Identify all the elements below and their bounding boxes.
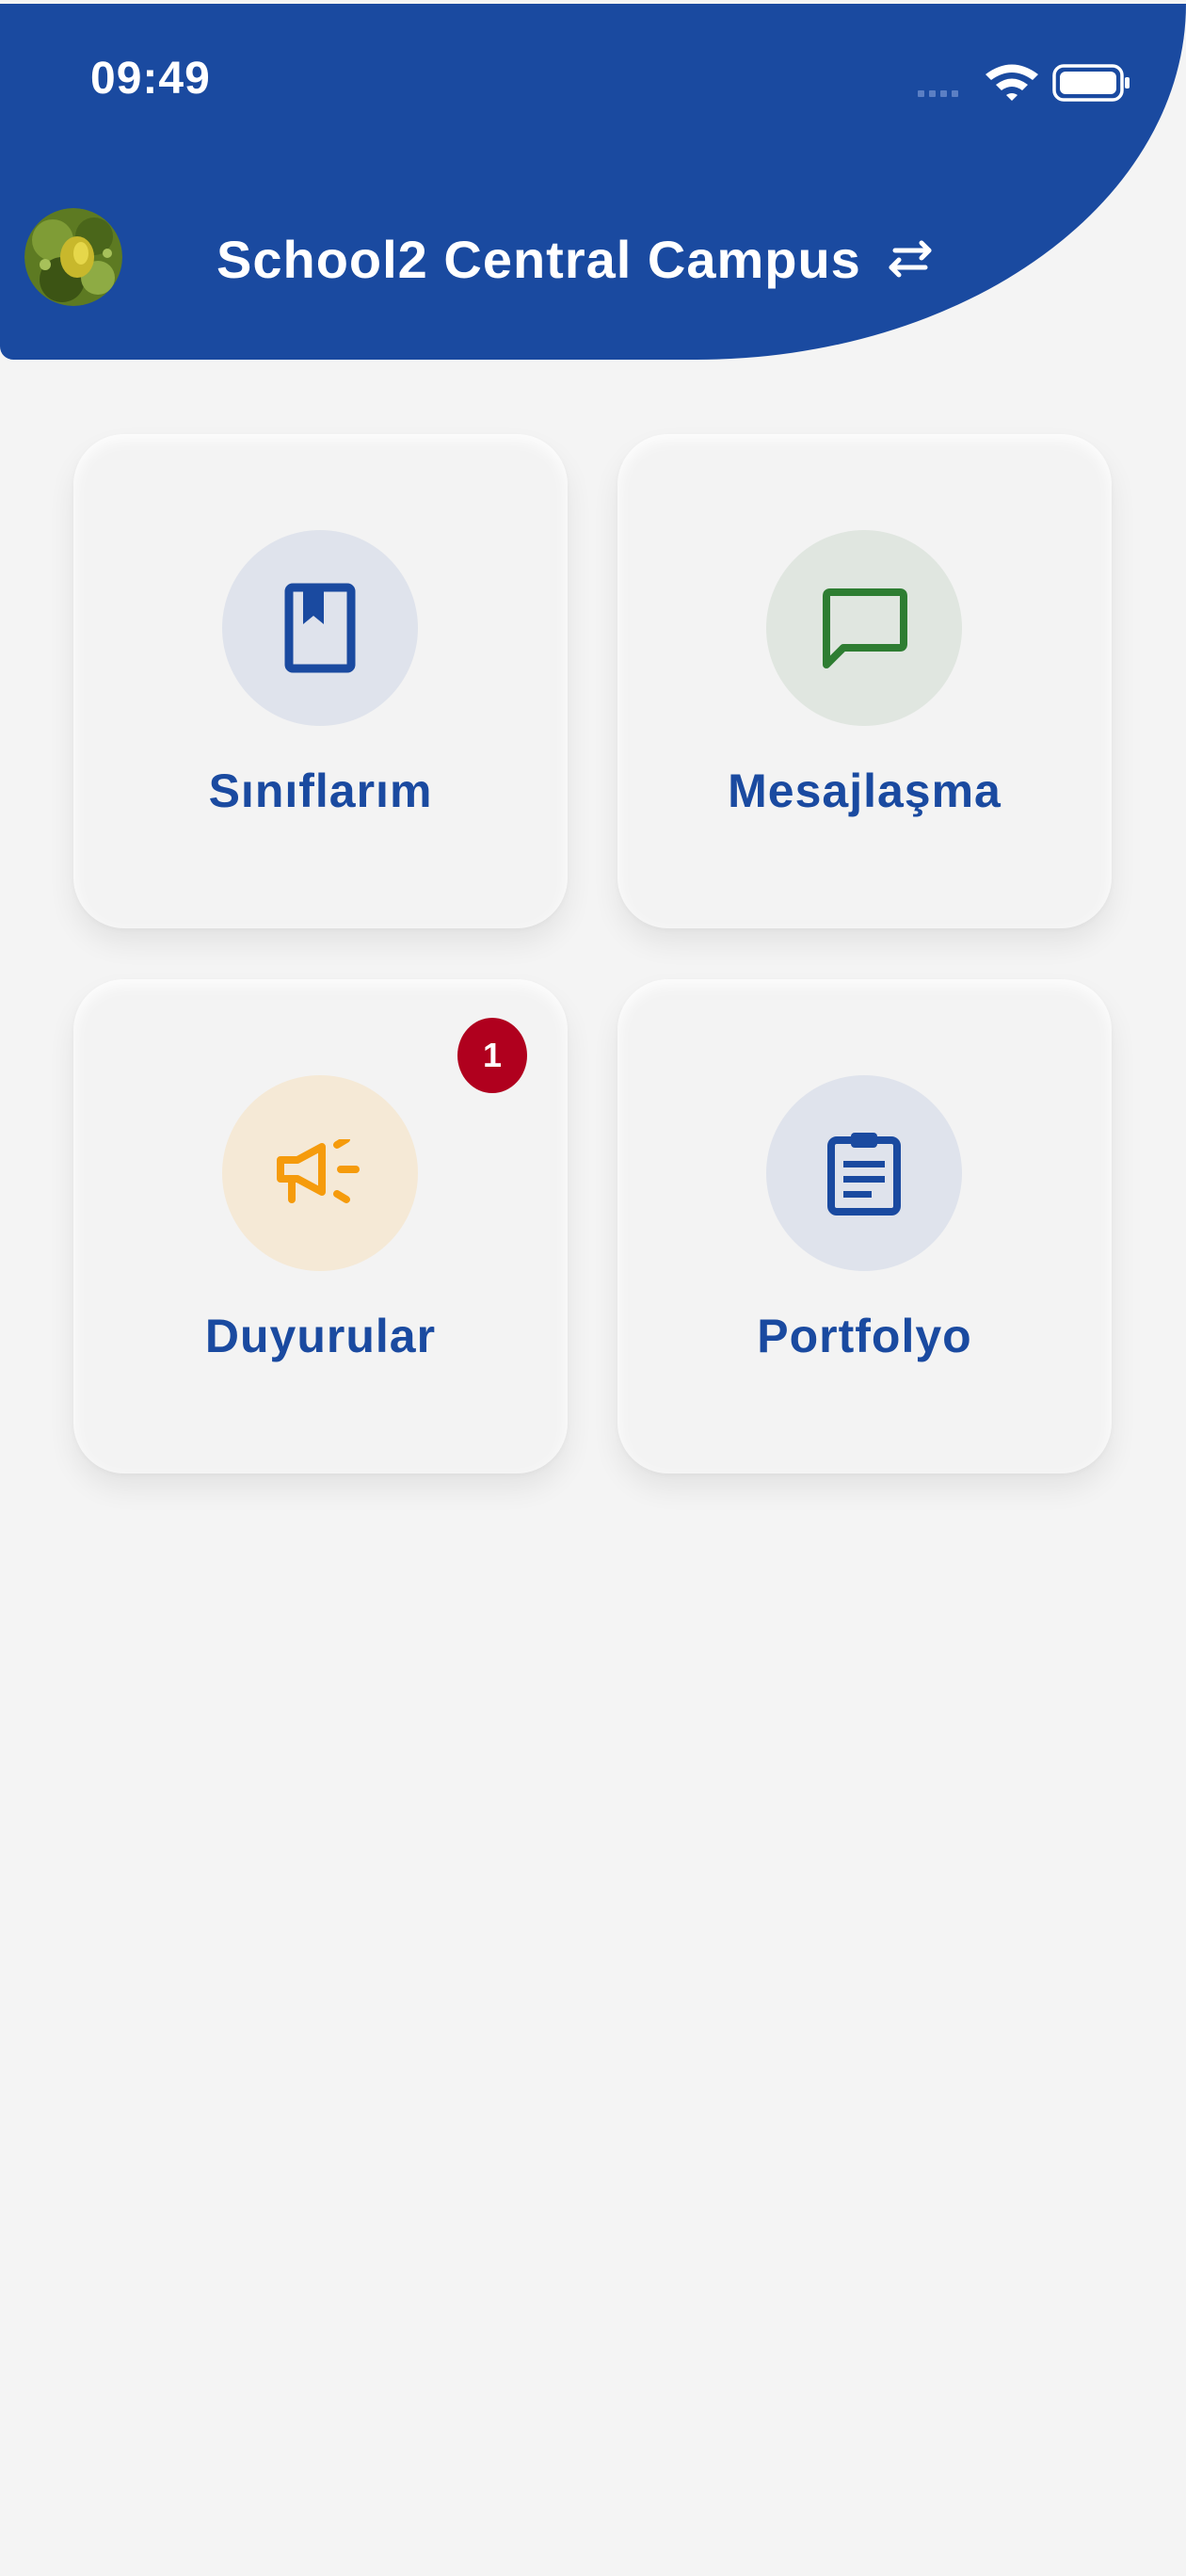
status-icons	[918, 64, 1130, 102]
icon-circle	[222, 530, 418, 726]
battery-icon	[1052, 64, 1130, 102]
megaphone-icon	[277, 1139, 360, 1203]
card-label: Sınıflarım	[208, 765, 433, 817]
card-portfolyo[interactable]: Portfolyo	[617, 979, 1112, 1473]
status-time: 09:49	[90, 54, 211, 104]
card-mesajlasma[interactable]: Mesajlaşma	[617, 434, 1112, 928]
avatar-photo-icon	[24, 208, 122, 306]
chat-bubble-icon	[823, 588, 907, 668]
card-duyurular[interactable]: 1 Duyurular	[73, 979, 568, 1473]
card-siniflarim[interactable]: Sınıflarım	[73, 434, 568, 928]
icon-circle	[222, 1075, 418, 1271]
card-label: Portfolyo	[757, 1310, 972, 1362]
notification-badge: 1	[457, 1018, 527, 1093]
icon-circle	[766, 1075, 962, 1271]
icon-circle	[766, 530, 962, 726]
app-header: 09:49 School2 Central Campus	[0, 4, 1186, 360]
campus-switcher[interactable]: School2 Central Campus	[216, 226, 938, 292]
clipboard-icon	[827, 1133, 901, 1216]
campus-title: School2 Central Campus	[216, 229, 861, 289]
card-label: Mesajlaşma	[728, 765, 1002, 817]
card-label: Duyurular	[204, 1310, 437, 1362]
bookmark-book-icon	[284, 583, 356, 673]
swap-arrows-icon	[889, 240, 932, 278]
wifi-icon	[986, 64, 1038, 101]
cellular-signal-icon	[918, 90, 958, 97]
avatar[interactable]	[24, 208, 122, 306]
